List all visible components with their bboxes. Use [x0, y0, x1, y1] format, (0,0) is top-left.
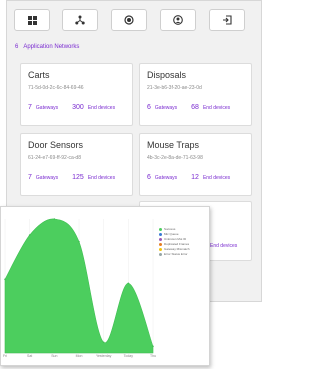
network-card-carts[interactable]: Carts 71-5d-0d-2c-6c-84-69-46 7 Gateways 3… [20, 63, 133, 126]
x-tick-label: Thu [149, 354, 157, 358]
dashboard-icon[interactable] [14, 9, 50, 31]
card-network-id: 4b-3c-2e-8a-de-71-63-98 [147, 155, 203, 161]
data-point [127, 282, 130, 285]
legend-label: Unknown Mot ID [164, 237, 187, 241]
network-icon[interactable] [62, 9, 98, 31]
x-tick-label: Yesterday [95, 354, 112, 358]
data-point [78, 240, 80, 243]
card-stats: End devices [210, 243, 237, 249]
legend-label: Error Status Error [164, 252, 188, 256]
legend-item[interactable]: Error Status Error [159, 252, 188, 256]
devices-count: 300 [72, 104, 84, 111]
data-point [4, 278, 6, 281]
legend-label: Gateway Mismatch [164, 247, 190, 251]
card-stats: 6 Gateways 68 End devices [147, 104, 230, 111]
gateways-link[interactable]: Gateways [155, 105, 177, 111]
x-tick-label: Fri [2, 354, 8, 358]
logout-icon[interactable] [209, 9, 245, 31]
x-tick-label: Sat [27, 354, 33, 358]
legend-swatch [159, 232, 162, 236]
card-stats: 7 Gateways 300 End devices [28, 104, 115, 111]
networks-heading: 6 Application Networks [15, 44, 79, 50]
gateways-count: 7 [28, 174, 32, 181]
legend-label: Duplicated Frames [164, 242, 190, 246]
devices-link[interactable]: End devices [203, 175, 230, 181]
gateways-count: 6 [147, 104, 151, 111]
card-title: Carts [28, 70, 50, 80]
card-network-id: 71-5d-0d-2c-6c-84-69-46 [28, 85, 84, 91]
data-point [28, 234, 31, 236]
card-stats: 7 Gateways 125 End devices [28, 174, 115, 181]
data-point [152, 345, 154, 348]
legend-label: Success [164, 227, 176, 231]
card-title: Disposals [147, 70, 187, 80]
gateways-link[interactable]: Gateways [36, 105, 58, 111]
network-card-mouse-traps[interactable]: Mouse Traps 4b-3c-2e-8a-de-71-63-98 6 Gat… [139, 133, 252, 196]
legend-swatch [159, 242, 162, 246]
legend-label: Mic Queue [164, 232, 179, 236]
user-icon[interactable] [160, 9, 196, 31]
card-title: Door Sensors [28, 140, 84, 150]
gateways-link[interactable]: Gateways [155, 175, 177, 181]
data-point [53, 218, 56, 220]
devices-count: 12 [191, 174, 199, 181]
legend-swatch [159, 252, 162, 256]
x-tick-label: Sun [51, 354, 58, 358]
x-tick-label: Today [123, 354, 133, 358]
networks-label: Application Networks [23, 44, 80, 50]
legend-item[interactable]: Mic Queue [159, 232, 179, 236]
card-network-id: 61-24-e7-69-ff-92-ca-d8 [28, 155, 81, 161]
toolbar [7, 9, 257, 35]
devices-count: 125 [72, 174, 84, 181]
devices-link[interactable]: End devices [210, 243, 237, 249]
devices-count: 68 [191, 104, 199, 111]
networks-count: 6 [15, 44, 19, 50]
network-card-disposals[interactable]: Disposals 21-3e-b6-3f-20-ae-23-0d 6 Gatew… [139, 63, 252, 126]
data-point [102, 341, 105, 344]
legend-swatch [159, 227, 162, 231]
legend-item[interactable]: Success [159, 227, 175, 231]
x-tick-label: Mon [75, 354, 83, 358]
legend-swatch [159, 247, 162, 251]
gateways-link[interactable]: Gateways [36, 175, 58, 181]
legend-item[interactable]: Unknown Mot ID [159, 237, 186, 241]
card-stats: 6 Gateways 12 End devices [147, 174, 230, 181]
target-icon[interactable] [111, 9, 147, 31]
legend-item[interactable]: Gateway Mismatch [159, 247, 190, 251]
network-card-door-sensors[interactable]: Door Sensors 61-24-e7-69-ff-92-ca-d8 7 Ga… [20, 133, 133, 196]
devices-link[interactable]: End devices [88, 105, 115, 111]
legend-item[interactable]: Duplicated Frames [159, 242, 189, 246]
gateways-count: 6 [147, 174, 151, 181]
devices-link[interactable]: End devices [88, 175, 115, 181]
chart-panel: Success Mic Queue Unknown Mot ID Duplicated… [0, 206, 210, 366]
gateways-count: 7 [28, 104, 32, 111]
card-network-id: 21-3e-b6-3f-20-ae-23-0d [147, 85, 202, 91]
card-title: Mouse Traps [147, 140, 200, 150]
area-chart [4, 218, 154, 354]
legend-swatch [159, 237, 162, 241]
devices-link[interactable]: End devices [203, 105, 230, 111]
